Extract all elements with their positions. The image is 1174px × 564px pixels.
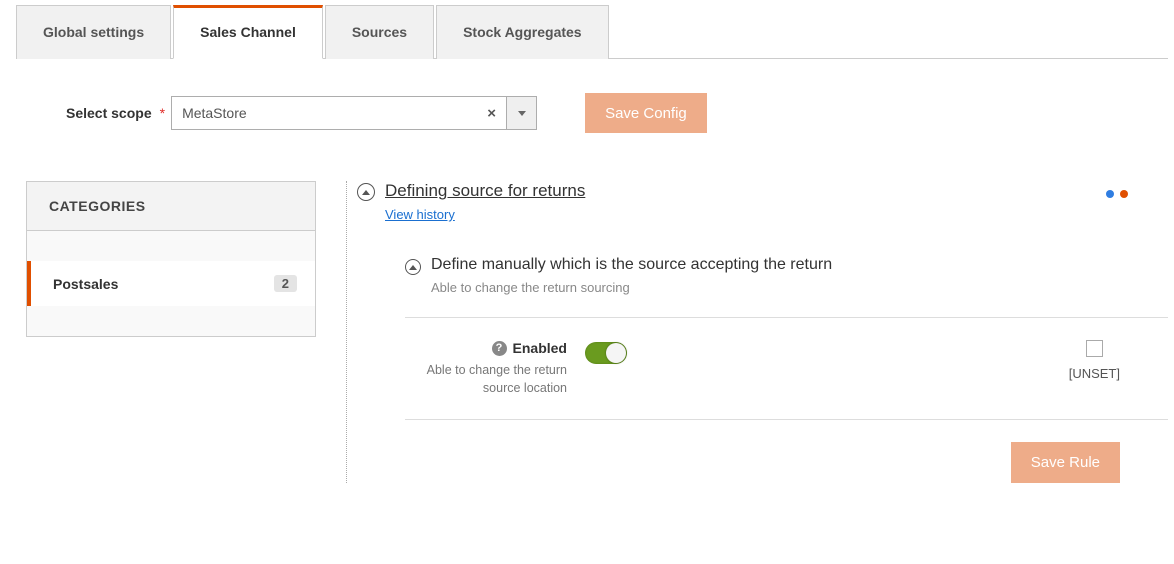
chevron-up-icon: [362, 190, 370, 195]
caret-down-icon: [518, 111, 526, 116]
enabled-label: Enabled: [513, 340, 567, 356]
tab-global-settings[interactable]: Global settings: [16, 5, 171, 59]
chevron-up-icon: [409, 265, 417, 270]
status-dot-orange-icon: [1120, 190, 1128, 198]
subsection-description: Able to change the return sourcing: [431, 280, 832, 295]
status-dot-blue-icon: [1106, 190, 1114, 198]
divider: [405, 317, 1168, 318]
scope-combobox[interactable]: MetaStore ×: [171, 96, 537, 130]
category-item-postsales[interactable]: Postsales 2: [27, 261, 315, 306]
save-config-button[interactable]: Save Config: [585, 93, 707, 133]
help-icon[interactable]: ?: [492, 341, 507, 356]
scope-input[interactable]: MetaStore ×: [171, 96, 507, 130]
subsection-collapse-icon[interactable]: [405, 259, 421, 275]
categories-header: CATEGORIES: [27, 182, 315, 231]
scope-value: MetaStore: [182, 105, 247, 121]
tab-sales-channel[interactable]: Sales Channel: [173, 5, 323, 59]
enabled-toggle[interactable]: [585, 342, 627, 364]
collapse-toggle-icon[interactable]: [357, 183, 375, 201]
tab-sources[interactable]: Sources: [325, 5, 434, 59]
category-label: Postsales: [53, 276, 118, 292]
category-count-badge: 2: [274, 275, 297, 292]
unset-label: [UNSET]: [1069, 366, 1120, 381]
tabs-bar: Global settings Sales Channel Sources St…: [16, 4, 1168, 59]
status-dots: [1104, 185, 1128, 201]
required-star-icon: *: [160, 105, 165, 121]
subsection-title: Define manually which is the source acce…: [431, 256, 832, 274]
clear-icon[interactable]: ×: [487, 105, 496, 122]
save-rule-button[interactable]: Save Rule: [1011, 442, 1120, 483]
view-history-link[interactable]: View history: [385, 207, 455, 222]
scope-label: Select scope: [66, 105, 152, 121]
categories-panel: CATEGORIES Postsales 2: [26, 181, 316, 337]
divider: [405, 419, 1168, 420]
scope-row: Select scope * MetaStore × Save Config: [66, 93, 1168, 133]
scope-dropdown-button[interactable]: [507, 96, 537, 130]
tab-stock-aggregates[interactable]: Stock Aggregates: [436, 5, 609, 59]
unset-checkbox[interactable]: [1086, 340, 1103, 357]
toggle-knob-icon: [606, 343, 626, 363]
section-title[interactable]: Defining source for returns: [385, 181, 585, 201]
enabled-help-text: Able to change the return source locatio…: [405, 362, 567, 397]
